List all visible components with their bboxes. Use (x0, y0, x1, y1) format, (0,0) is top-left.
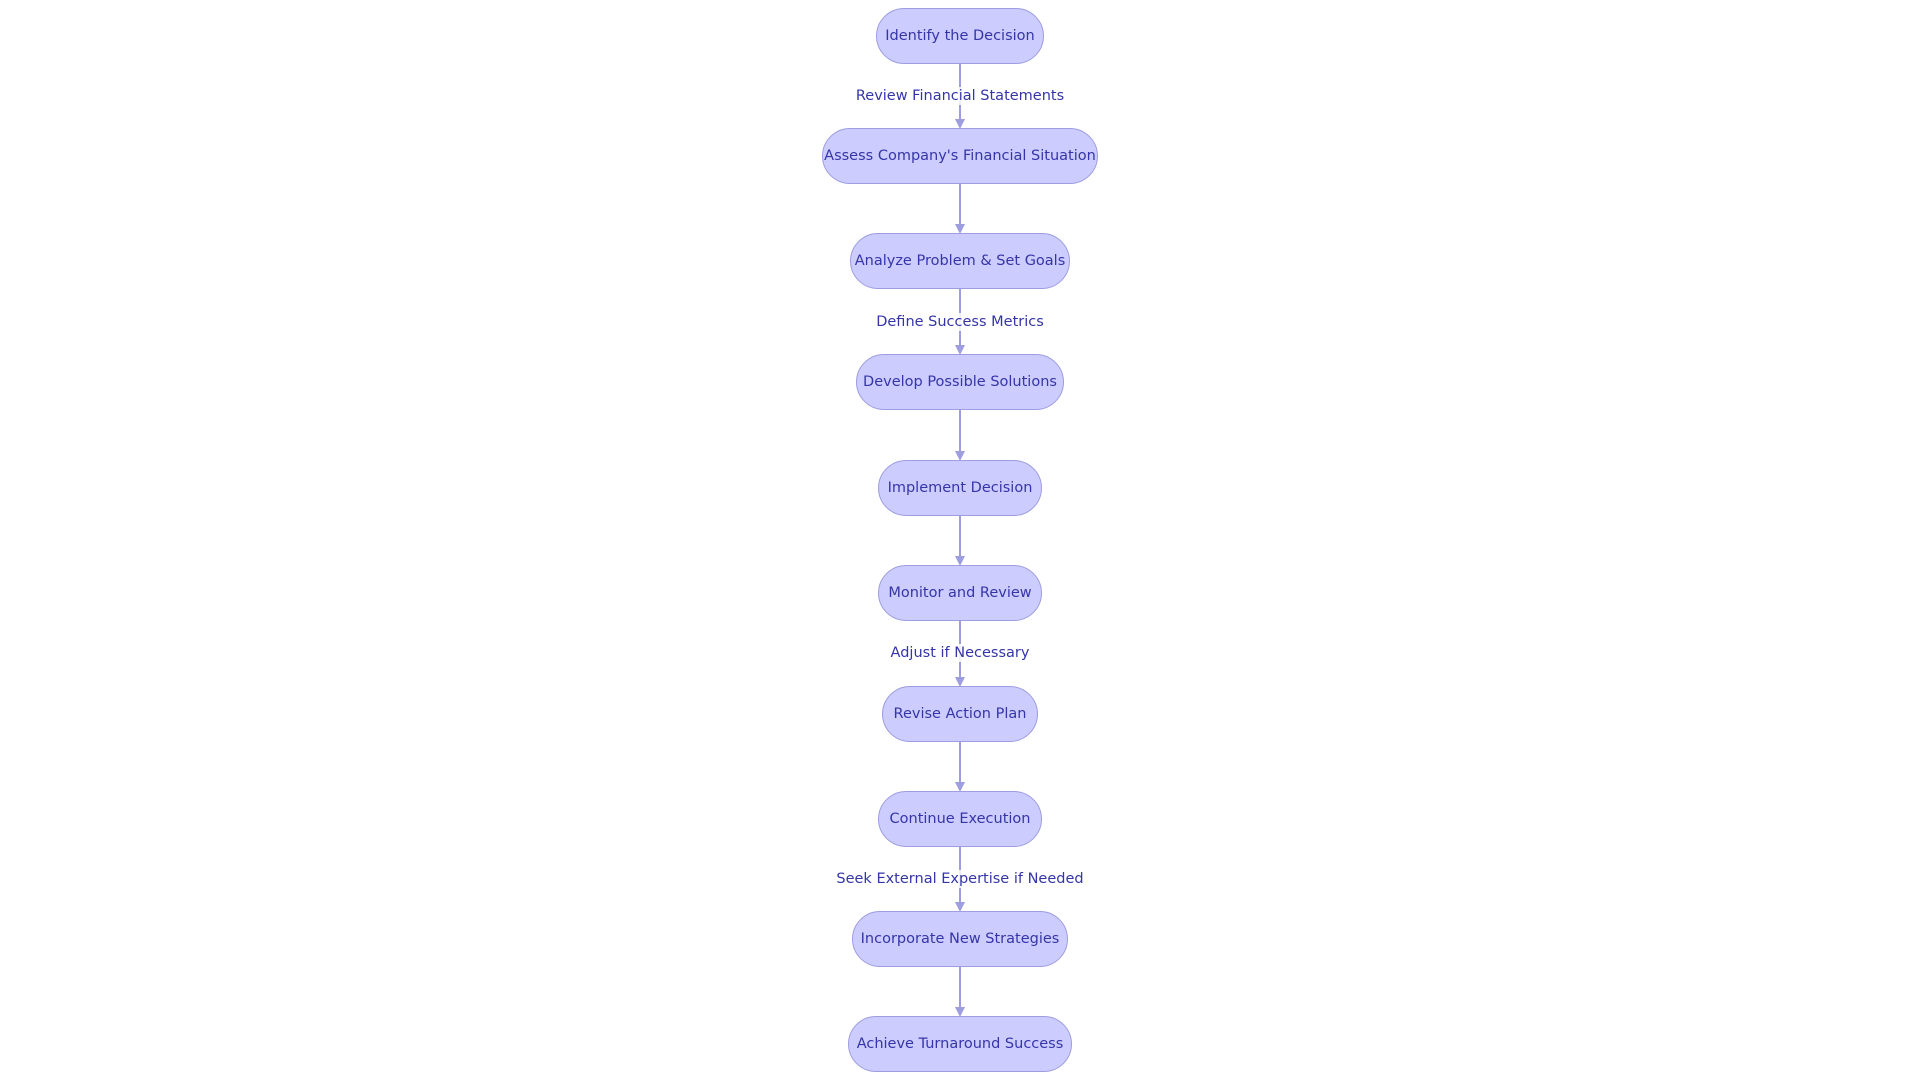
node-incorporate-strategies[interactable]: Incorporate New Strategies (852, 911, 1068, 967)
edge-label-review-financial: Review Financial Statements (853, 87, 1067, 105)
edge-label-adjust: Adjust if Necessary (888, 644, 1032, 662)
node-develop-solutions[interactable]: Develop Possible Solutions (856, 354, 1064, 410)
node-continue-execution[interactable]: Continue Execution (878, 791, 1042, 847)
edge-label-define-metrics: Define Success Metrics (874, 313, 1046, 331)
node-analyze-problem[interactable]: Analyze Problem & Set Goals (850, 233, 1070, 289)
node-monitor-review[interactable]: Monitor and Review (878, 565, 1042, 621)
node-assess-financial-situation[interactable]: Assess Company's Financial Situation (822, 128, 1098, 184)
flowchart-canvas: Identify the Decision Assess Company's F… (0, 0, 1920, 1080)
node-revise-action-plan[interactable]: Revise Action Plan (882, 686, 1038, 742)
node-implement-decision[interactable]: Implement Decision (878, 460, 1042, 516)
node-identify-decision[interactable]: Identify the Decision (876, 8, 1044, 64)
edge-label-seek-expertise: Seek External Expertise if Needed (834, 870, 1086, 888)
node-achieve-success[interactable]: Achieve Turnaround Success (848, 1016, 1072, 1072)
